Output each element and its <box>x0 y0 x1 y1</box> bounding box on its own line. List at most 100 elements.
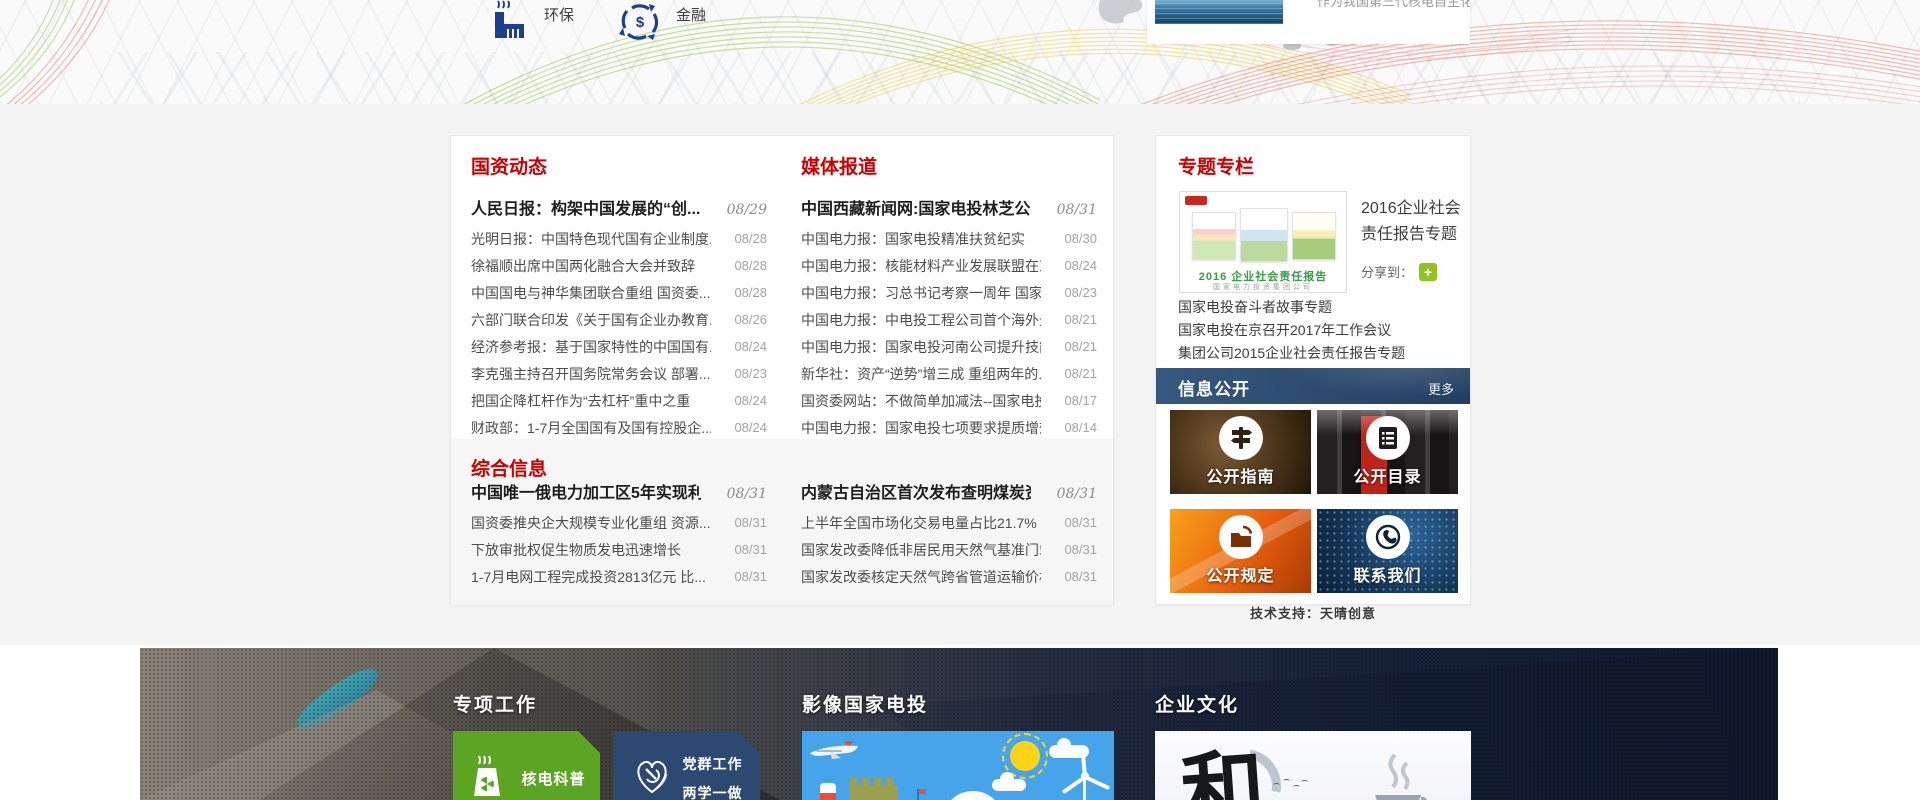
news-item[interactable]: 中国电力报：国家电投七项要求提质增效08/14 <box>801 414 1097 441</box>
topic-link[interactable]: 集团公司2015企业社会责任报告专题 <box>1178 342 1458 365</box>
news-item-date: 08/31 <box>727 486 767 502</box>
news-item-date: 08/31 <box>734 569 767 584</box>
news-item[interactable]: 徐福顺出席中国两化融合大会并致辞08/28 <box>471 252 767 279</box>
phone-icon <box>1366 515 1410 559</box>
news-item-title: 中国电力报：核能材料产业发展联盟在京... <box>801 256 1041 276</box>
news-item[interactable]: 中国国电与神华集团联合重组 国资委...08/28 <box>471 279 767 306</box>
news-item[interactable]: 国资委推央企大规模专业化重组 资源...08/31 <box>471 509 767 536</box>
news-item[interactable]: 国家发改委核定天然气跨省管道运输价格08/31 <box>801 563 1097 590</box>
topic-link[interactable]: 国家电投在京召开2017年工作会议 <box>1178 319 1458 342</box>
news-item[interactable]: 上半年全国市场化交易电量占比21.7%08/31 <box>801 509 1097 536</box>
spic-logo <box>1185 196 1207 205</box>
catalog-icon <box>1366 416 1410 460</box>
news-item-date: 08/14 <box>1064 420 1097 435</box>
news-item[interactable]: 中国电力报：习总书记考察一周年 国家电...08/23 <box>801 279 1097 306</box>
news-snippet: 作为我国第三代核电自主化的 <box>1317 0 1467 12</box>
flag-mast-icon <box>917 789 919 800</box>
section-title-media: 媒体报道 <box>801 152 1097 179</box>
news-item-title: 国资委网站：不做简单加减法--国家电投... <box>801 391 1041 411</box>
report-thumbnail[interactable]: 2016 企业社会责任报告 国家电力投资集团公司 <box>1179 191 1347 293</box>
top-banner: 环保 $ 金融 <box>0 0 1920 104</box>
tile-open-catalog[interactable]: 公开目录 <box>1317 410 1458 494</box>
topic-link[interactable]: 国家电投奋斗者故事专题 <box>1178 296 1458 319</box>
featured-news-item[interactable]: 中国唯一俄电力加工区5年实现利... 08/31 <box>471 479 767 509</box>
top-news-card[interactable]: 作为我国第三代核电自主化的 <box>1147 0 1470 44</box>
tile-label: 党群工作 <box>683 754 743 774</box>
featured-news-item[interactable]: 中国西藏新闻网:国家电投林芝公司... 08/31 <box>801 195 1097 225</box>
nav-item-finance[interactable]: $ 金融 <box>618 0 706 42</box>
tile-label: 公开规定 <box>1170 562 1311 586</box>
news-item-title: 把国企降杠杆作为“去杠杆”重中之重 <box>471 391 690 411</box>
news-item-date: 08/29 <box>727 202 767 218</box>
tile-open-guide[interactable]: 公开指南 <box>1170 410 1311 494</box>
finance-recycle-icon: $ <box>618 0 662 42</box>
tech-support-credit: 技术支持：天晴创意 <box>1155 603 1471 622</box>
section-title-zonghe: 综合信息 <box>471 454 547 481</box>
news-item[interactable]: 中国电力报：中电投工程公司首个海外光...08/21 <box>801 306 1097 333</box>
tile-nuclear-science[interactable]: 核电科普 <box>453 731 600 800</box>
tile-open-rules[interactable]: 公开规定 <box>1170 509 1311 593</box>
sidebar-card: 专题专栏 2016 企业社会责任报告 国家电力投资集团公司 2016企业社会责任… <box>1155 135 1471 605</box>
news-item[interactable]: 下放审批权促生物质发电迅速增长08/31 <box>471 536 767 563</box>
news-item-date: 08/21 <box>1064 312 1097 327</box>
news-item[interactable]: 中国电力报：国家电投河南公司提升技能...08/21 <box>801 333 1097 360</box>
news-item[interactable]: 1-7月电网工程完成投资2813亿元 比... 08/31 <box>471 563 767 590</box>
news-card: 国资动态 人民日报：构架中国发展的“创... 08/29 光明日报：中国特色现代… <box>450 135 1114 605</box>
featured-news-item[interactable]: 内蒙古自治区首次发布查明煤炭资... 08/31 <box>801 479 1097 509</box>
share-plus-icon[interactable]: + <box>1419 263 1437 281</box>
news-item-date: 08/30 <box>1064 231 1097 246</box>
news-item-title: 1-7月电网工程完成投资2813亿元 比... <box>471 567 706 587</box>
news-item-title: 中国唯一俄电力加工区5年实现利... <box>471 479 701 503</box>
tile-contact-us[interactable]: 联系我们 <box>1317 509 1458 593</box>
nav-label-environment: 环保 <box>544 0 574 25</box>
cloud-icon <box>992 779 1026 791</box>
news-item[interactable]: 光明日报：中国特色现代国有企业制度...08/28 <box>471 225 767 252</box>
news-item[interactable]: 国家发改委降低非居民用天然气基准门站...08/31 <box>801 536 1097 563</box>
wave-decoration <box>0 0 1920 104</box>
news-item-date: 08/28 <box>734 285 767 300</box>
news-item[interactable]: 李克强主持召开国务院常务会议 部署...08/23 <box>471 360 767 387</box>
section-title-guozi: 国资动态 <box>471 152 767 179</box>
news-item[interactable]: 经济参考报：基于国家特性的中国国有...08/24 <box>471 333 767 360</box>
news-item-title: 徐福顺出席中国两化融合大会并致辞 <box>471 256 695 276</box>
tile-party-work[interactable]: 党群工作 两学一做 <box>613 731 760 800</box>
news-item[interactable]: 财政部：1-7月全国国有及国有控股企...08/24 <box>471 414 767 441</box>
news-item-date: 08/31 <box>1057 202 1097 218</box>
svg-text:$: $ <box>636 14 645 31</box>
report-covers <box>1190 208 1338 264</box>
news-item-title: 六部门联合印发《关于国有企业办教育... <box>471 310 711 330</box>
news-item-date: 08/24 <box>734 420 767 435</box>
news-item[interactable]: 中国电力报：核能材料产业发展联盟在京...08/24 <box>801 252 1097 279</box>
news-item-title: 下放审批权促生物质发电迅速增长 <box>471 540 681 560</box>
news-item-date: 08/21 <box>1064 366 1097 381</box>
news-item-title: 新华社：资产“逆势”增三成 重组两年的... <box>801 364 1041 384</box>
teacup-icon <box>1363 743 1433 800</box>
footer-title-zhuanxiang: 专项工作 <box>453 690 537 717</box>
cooling-tower-building <box>850 785 898 800</box>
media-illustration-card[interactable] <box>802 731 1114 800</box>
info-tile-grid: 公开指南 公开目录 <box>1170 410 1460 593</box>
news-item-title: 人民日报：构架中国发展的“创... <box>471 195 700 219</box>
news-item-date: 08/26 <box>734 312 767 327</box>
culture-card[interactable]: 和 <box>1155 731 1471 800</box>
info-bar-title: 信息公开 <box>1178 375 1250 400</box>
news-item[interactable]: 新华社：资产“逆势”增三成 重组两年的... 08/21 <box>801 360 1097 387</box>
news-item[interactable]: 把国企降杠杆作为“去杠杆”重中之重 08/24 <box>471 387 767 414</box>
news-item-title: 李克强主持召开国务院常务会议 部署... <box>471 364 711 384</box>
news-item[interactable]: 国资委网站：不做简单加减法--国家电投...08/17 <box>801 387 1097 414</box>
page: 环保 $ 金融 <box>0 0 1920 800</box>
section-media: 媒体报道 中国西藏新闻网:国家电投林芝公司... 08/31 中国电力报：国家电… <box>801 152 1097 441</box>
news-item-title: 中国西藏新闻网:国家电投林芝公司... <box>801 195 1031 219</box>
news-item[interactable]: 六部门联合印发《关于国有企业办教育... 08/26 <box>471 306 767 333</box>
more-link[interactable]: 更多 <box>1428 379 1454 398</box>
feature-topic-link[interactable]: 2016企业社会责任报告专题 <box>1361 196 1465 248</box>
news-item-date: 08/23 <box>1064 285 1097 300</box>
report-thumb-subtitle: 国家电力投资集团公司 <box>1180 282 1346 292</box>
news-item[interactable]: 中国电力报：国家电投精准扶贫纪实08/30 <box>801 225 1097 252</box>
footer-title-yingxiang: 影像国家电投 <box>802 690 928 717</box>
news-item-title: 国家发改委核定天然气跨省管道运输价格 <box>801 567 1041 587</box>
footer-title-wenhua: 企业文化 <box>1155 690 1239 717</box>
nav-item-environment[interactable]: 环保 <box>488 0 574 40</box>
news-item-date: 08/24 <box>734 393 767 408</box>
featured-news-item[interactable]: 人民日报：构架中国发展的“创... 08/29 <box>471 195 767 225</box>
